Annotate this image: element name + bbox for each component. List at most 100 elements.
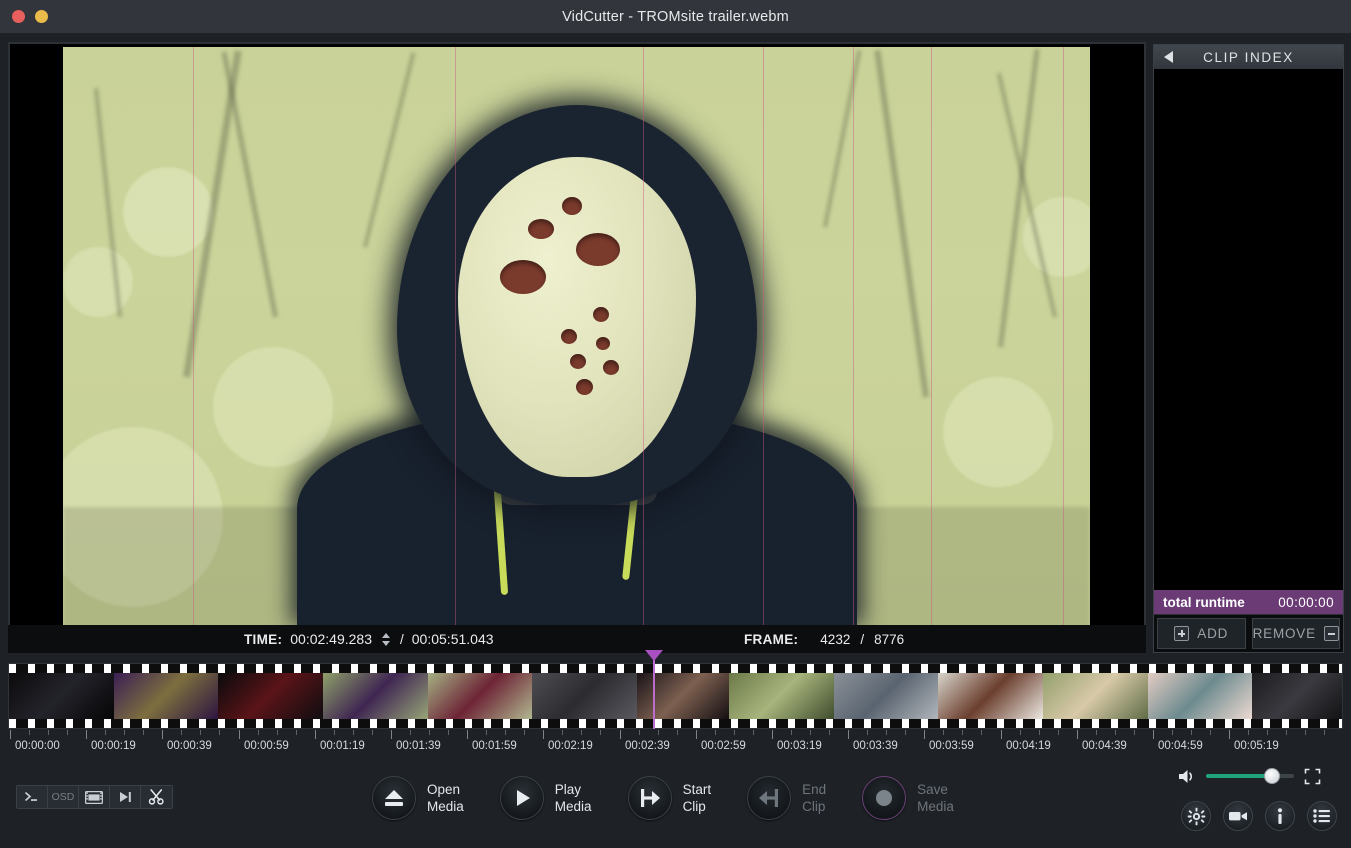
vidcutter-window: VidCutter - TROMsite trailer.webm TIME: … bbox=[0, 0, 1351, 848]
ruler-minor-tick bbox=[562, 730, 563, 735]
ruler-minor-tick bbox=[1134, 730, 1135, 735]
frame-step-button[interactable] bbox=[110, 786, 141, 808]
left-triangle-icon[interactable] bbox=[1164, 51, 1173, 63]
clip-index-toggle-button[interactable] bbox=[1307, 801, 1337, 831]
ruler-tick bbox=[86, 730, 87, 739]
ruler-tick bbox=[696, 730, 697, 739]
ruler-minor-tick bbox=[124, 730, 125, 735]
timeline[interactable] bbox=[8, 650, 1343, 729]
ruler-minor-tick bbox=[353, 730, 354, 735]
open-media-label-1: Open bbox=[427, 782, 461, 797]
ruler-minor-tick bbox=[67, 730, 68, 735]
minus-icon bbox=[1323, 626, 1339, 641]
ruler-tick bbox=[1001, 730, 1002, 739]
timeline-thumbnail[interactable] bbox=[427, 673, 533, 721]
ruler-minor-tick bbox=[1286, 730, 1287, 735]
ruler-tick bbox=[315, 730, 316, 739]
ruler-tick-label: 00:04:39 bbox=[1082, 740, 1127, 752]
ruler-minor-tick bbox=[829, 730, 830, 735]
timeline-thumbnail[interactable] bbox=[1042, 673, 1148, 721]
cut-button[interactable] bbox=[141, 786, 172, 808]
playhead[interactable] bbox=[644, 650, 663, 729]
clip-index-list[interactable] bbox=[1154, 69, 1343, 590]
settings-button[interactable] bbox=[1181, 801, 1211, 831]
ruler-minor-tick bbox=[372, 730, 373, 735]
timeline-thumbnail[interactable] bbox=[323, 673, 428, 721]
ruler-minor-tick bbox=[677, 730, 678, 735]
record-icon bbox=[862, 776, 907, 820]
remove-clip-button[interactable]: REMOVE bbox=[1251, 618, 1340, 649]
sprocket-holes-bottom bbox=[9, 719, 1342, 728]
thumbnail-track[interactable] bbox=[9, 673, 1342, 721]
ruler-minor-tick bbox=[658, 730, 659, 735]
ruler-minor-tick bbox=[448, 730, 449, 735]
timeline-thumbnail[interactable] bbox=[113, 673, 219, 721]
time-spinner[interactable] bbox=[382, 632, 390, 646]
play-media-label-1: Play bbox=[554, 782, 582, 797]
timeline-ruler[interactable]: 00:00:00 00:00:19 00:00:39 00:00:59 00:01:19… bbox=[8, 730, 1343, 758]
ruler-minor-tick bbox=[1191, 730, 1192, 735]
timeline-thumbnail[interactable] bbox=[1147, 673, 1253, 721]
ruler-minor-tick bbox=[334, 730, 335, 735]
console-button[interactable] bbox=[17, 786, 48, 808]
add-clip-label: ADD bbox=[1197, 626, 1229, 641]
ruler-tick-label: 00:04:59 bbox=[1158, 740, 1203, 752]
play-media-label-2: Media bbox=[554, 799, 592, 814]
clip-end-icon bbox=[747, 776, 792, 820]
ruler-minor-tick bbox=[258, 730, 259, 735]
ruler-tick-label: 00:02:39 bbox=[625, 740, 670, 752]
media-stream-button[interactable] bbox=[1223, 801, 1253, 831]
clip-index-title: CLIP INDEX bbox=[1203, 49, 1294, 65]
video-frame bbox=[63, 47, 1090, 625]
start-clip-button[interactable]: Start Clip bbox=[627, 776, 712, 820]
ruler-minor-tick bbox=[1267, 730, 1268, 735]
ruler-minor-tick bbox=[1039, 730, 1040, 735]
ruler-minor-tick bbox=[981, 730, 982, 735]
ruler-minor-tick bbox=[715, 730, 716, 735]
ruler-minor-tick bbox=[1020, 730, 1021, 735]
timeline-thumbnail[interactable] bbox=[728, 673, 834, 721]
ruler-minor-tick bbox=[905, 730, 906, 735]
ruler-tick bbox=[543, 730, 544, 739]
speaker-icon[interactable] bbox=[1177, 768, 1196, 785]
media-position-bar: TIME: 00:02:49.283 / 00:05:51.043 FRAME:… bbox=[8, 625, 1146, 653]
ruler-tick bbox=[467, 730, 468, 739]
spinner-up-icon[interactable] bbox=[382, 632, 390, 638]
timeline-thumbnail[interactable] bbox=[218, 673, 324, 721]
ruler-minor-tick bbox=[1058, 730, 1059, 735]
fullscreen-icon[interactable] bbox=[1304, 768, 1321, 785]
ruler-tick bbox=[848, 730, 849, 739]
ruler-tick-label: 00:00:59 bbox=[244, 740, 289, 752]
timeline-thumbnail[interactable] bbox=[833, 673, 939, 721]
ruler-tick-label: 00:03:39 bbox=[853, 740, 898, 752]
open-media-button[interactable]: Open Media bbox=[372, 776, 464, 820]
total-runtime-label: total runtime bbox=[1163, 594, 1245, 610]
timeline-thumbnail[interactable] bbox=[637, 673, 729, 721]
ruler-minor-tick bbox=[505, 730, 506, 735]
volume-slider-handle[interactable] bbox=[1264, 768, 1280, 784]
ruler-minor-tick bbox=[105, 730, 106, 735]
timeline-thumbnail[interactable] bbox=[9, 673, 114, 721]
play-media-button[interactable]: Play Media bbox=[499, 776, 592, 820]
timeline-thumbnail[interactable] bbox=[1252, 673, 1342, 721]
thumbnails-button[interactable] bbox=[79, 786, 110, 808]
ruler-tick-label: 00:00:00 bbox=[15, 740, 60, 752]
ruler-minor-tick bbox=[48, 730, 49, 735]
filmstrip[interactable] bbox=[8, 663, 1343, 729]
time-label: TIME: bbox=[244, 631, 283, 647]
video-player[interactable] bbox=[8, 42, 1146, 653]
ruler-tick bbox=[239, 730, 240, 739]
current-time-value[interactable]: 00:02:49.283 bbox=[290, 631, 372, 647]
start-clip-label-1: Start bbox=[682, 782, 712, 797]
volume-slider[interactable] bbox=[1206, 768, 1294, 784]
timeline-thumbnail[interactable] bbox=[532, 673, 638, 721]
osd-button[interactable]: OSD bbox=[48, 786, 79, 808]
spinner-down-icon[interactable] bbox=[382, 640, 390, 646]
ruler-minor-tick bbox=[29, 730, 30, 735]
media-info-button[interactable] bbox=[1265, 801, 1295, 831]
clip-index-buttons: ADD REMOVE bbox=[1154, 614, 1343, 652]
timeline-thumbnail[interactable] bbox=[938, 673, 1043, 721]
add-clip-button[interactable]: ADD bbox=[1157, 618, 1246, 649]
left-toolbar: OSD bbox=[16, 785, 173, 809]
ruler-minor-tick bbox=[600, 730, 601, 735]
